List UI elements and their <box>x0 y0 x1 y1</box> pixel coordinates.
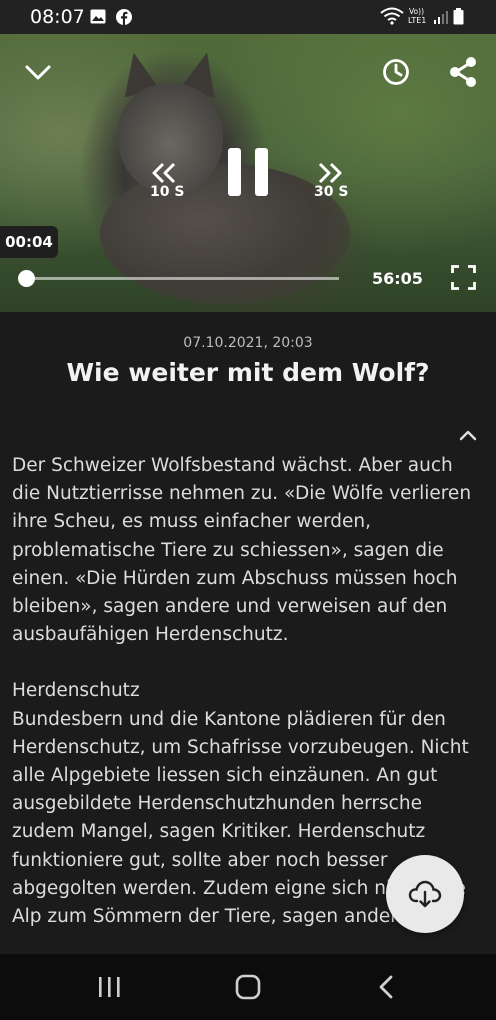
svg-text:LTE1: LTE1 <box>408 16 426 25</box>
back-icon[interactable] <box>376 974 396 1000</box>
video-frame-wolf-body <box>100 164 350 304</box>
article-title: Wie weiter mit dem Wolf? <box>66 358 430 387</box>
current-time-badge: 00:04 <box>0 226 58 258</box>
chevron-up-icon[interactable] <box>458 428 478 442</box>
seek-bar[interactable] <box>26 277 339 280</box>
facebook-icon <box>116 9 132 25</box>
video-player[interactable]: 10 S 30 S 00:04 56:05 <box>0 34 496 312</box>
article-date: 07.10.2021, 20:03 <box>183 335 313 351</box>
download-button[interactable] <box>386 855 464 933</box>
system-navigation-bar <box>0 954 496 1020</box>
volte-lte-icon: Vo)) LTE1 <box>408 7 426 25</box>
svg-text:Vo)): Vo)) <box>409 7 424 16</box>
chevron-down-icon[interactable] <box>24 60 52 84</box>
duration-label: 56:05 <box>372 269 423 288</box>
cloud-download-icon <box>408 880 442 908</box>
forward-label: 30 S <box>314 184 349 200</box>
home-icon[interactable] <box>235 974 261 1000</box>
forward-icon <box>318 162 342 184</box>
sleep-timer-clock-icon[interactable] <box>382 58 410 86</box>
rewind-label: 10 S <box>150 184 185 200</box>
article-section-heading: Herdenschutz <box>12 680 140 702</box>
rewind-icon <box>152 162 176 184</box>
fullscreen-icon[interactable] <box>451 265 476 290</box>
wifi-icon <box>380 7 404 25</box>
share-icon[interactable] <box>447 56 479 88</box>
article-paragraph: Der Schweizer Wolfsbestand wächst. Aber … <box>12 455 472 646</box>
recent-apps-icon[interactable] <box>97 975 122 999</box>
image-icon <box>90 9 106 24</box>
battery-icon <box>453 8 464 25</box>
status-bar: 08:07 Vo)) LTE1 <box>0 0 496 34</box>
pause-button[interactable] <box>226 146 270 198</box>
signal-icon <box>434 11 448 24</box>
status-time: 08:07 <box>30 6 85 28</box>
seek-thumb[interactable] <box>18 270 35 287</box>
